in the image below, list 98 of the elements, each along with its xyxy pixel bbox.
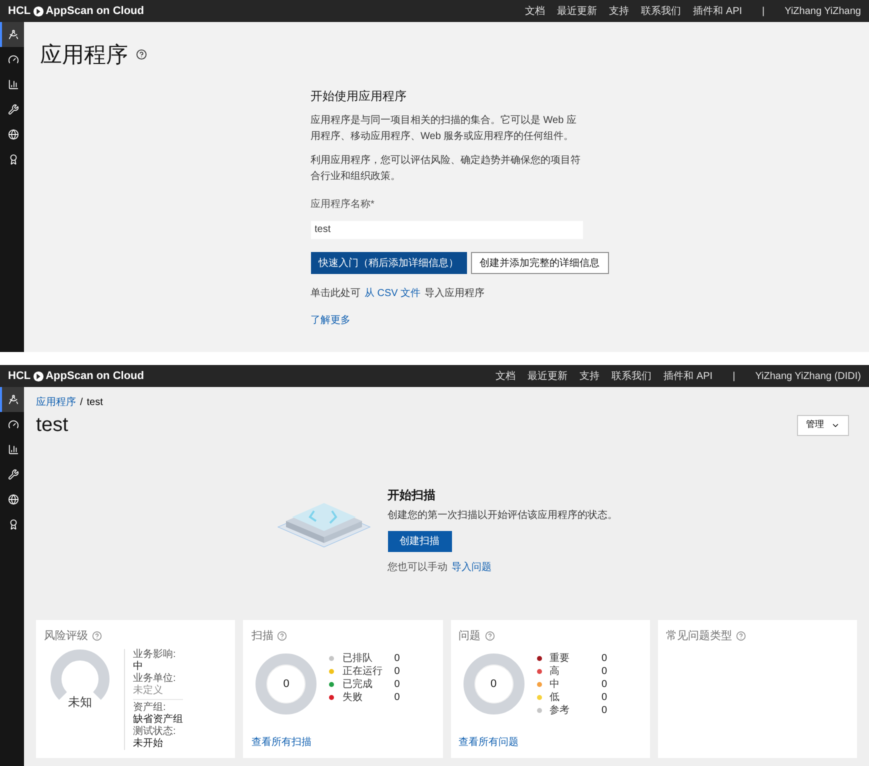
bar-chart-icon [8,444,18,455]
wrench-icon [8,104,18,115]
nav-link[interactable]: 文档 [525,4,546,18]
nav-link[interactable]: 插件和 API [693,4,742,18]
wrench-icon [8,469,18,480]
detail-label: 测试状态: [133,726,177,738]
breadcrumb-link[interactable]: 应用程序 [36,395,76,410]
nav-separator: | [762,4,765,18]
brand-name: AppScan on Cloud [46,4,144,19]
page-title: test [36,413,68,438]
description-text: 创建您的第一次扫描以开始评估该应用程序的状态。 [388,508,618,522]
sidebar-button[interactable] [0,22,24,47]
card-title: 风险评级 [44,629,88,644]
total-count: 0 [490,678,497,690]
legend-count: 0 [394,652,400,664]
globe-icon [8,129,18,140]
nav-separator: | [732,370,736,384]
nav-link[interactable]: 文档 [496,368,516,384]
help-icon [736,631,746,642]
user-name[interactable]: YiZhang YiZhang [784,4,861,18]
help-icon [92,631,102,642]
compass-icon [8,394,18,405]
card-title: 常见问题类型 [666,629,732,644]
legend-label: 已完成 [342,678,374,690]
view-all-link[interactable]: 查看所有扫描 [251,735,434,750]
detail-value: 中 [133,660,144,672]
detail-value: 未定义 [133,684,164,696]
legend-label: 失败 [342,692,364,704]
legend-count: 0 [394,678,400,690]
user-name[interactable]: YiZhang YiZhang (DIDI) [755,368,861,384]
compass-icon [8,29,18,40]
learn-more-link[interactable]: 了解更多 [310,313,582,328]
detail-value: 缺省资产组 [133,714,183,726]
brand-prefix: HCL [8,4,31,19]
quick-start-button[interactable]: 快速入门（稍后添加详细信息） [310,252,466,274]
nav-link[interactable]: 支持 [609,4,630,18]
legend-count: 0 [394,666,400,678]
create-details-button[interactable]: 创建并添加完整的详细信息 [470,252,608,274]
legend-count: 0 [394,692,400,704]
description-text: 利用应用程序，您可以评估风险、确定趋势并确保您的项目符合行业和组织政策。 [310,154,582,184]
detail-label: 业务影响: [133,648,177,660]
legend-count: 0 [602,704,608,716]
nav-link[interactable]: 插件和 API [664,368,713,384]
import-text: 导入应用程序 [424,286,485,301]
description-text: 应用程序是与同一项目相关的扫描的集合。它可以是 Web 应用程序、移动应用程序、Web 服务或应用程序的任何组件。 [310,114,578,144]
nav-link[interactable]: 支持 [580,368,600,384]
import-text: 单击此处可 [310,286,360,301]
legend-count: 0 [602,692,608,704]
logo-icon [32,370,44,382]
legend-label: 已排队 [342,652,374,664]
card-title: 问题 [458,629,480,644]
field-label: 应用程序名称* [310,198,376,212]
sidebar-button[interactable] [0,387,24,412]
brand-prefix: HCL [8,368,31,384]
award-icon [8,154,18,165]
legend-label: 中 [550,678,560,690]
legend-count: 0 [602,652,608,664]
legend-label: 高 [550,666,560,678]
detail-value: 未开始 [133,738,164,750]
gauge-icon [8,54,18,65]
globe-icon [8,494,18,505]
app-name-field[interactable]: test [310,220,582,238]
help-icon [484,631,494,642]
nav-link[interactable]: 最近更新 [557,4,598,18]
create-scan-button[interactable]: 创建扫描 [388,530,452,552]
gauge-icon [8,419,18,430]
donut-chart [255,652,318,714]
brand-name: AppScan on Cloud [46,368,144,384]
logo-icon [32,6,44,16]
nav-link[interactable]: 联系我们 [641,4,682,18]
award-icon [8,519,18,530]
legend-count: 0 [602,666,608,678]
section-heading: 开始扫描 [388,486,436,504]
donut-chart [462,652,524,714]
legend-label: 低 [550,692,560,704]
manual-import-text: 您也可以手动 [388,560,448,574]
view-all-link[interactable]: 查看所有问题 [458,735,642,750]
legend-count: 0 [602,678,608,690]
detail-label: 资产组: [133,702,167,714]
csv-link[interactable]: 从 CSV 文件 [364,286,421,301]
legend-label: 重要 [550,652,570,664]
total-count: 0 [283,678,290,690]
nav-link[interactable]: 最近更新 [528,368,568,384]
detail-label: 业务单位: [133,672,177,684]
help-icon [277,631,288,642]
legend-label: 参考 [550,704,570,716]
import-issues-link[interactable]: 导入问题 [452,560,492,574]
bar-chart-icon [8,79,18,90]
legend-label: 正在运行 [342,666,384,678]
manage-button[interactable]: 管理 [797,414,849,436]
help-icon [136,49,147,60]
section-heading: 开始使用应用程序 [310,88,408,105]
page-title: 应用程序 [40,41,128,69]
breadcrumb-current: test [86,396,103,410]
nav-link[interactable]: 联系我们 [612,368,652,384]
breadcrumb-separator: / [80,396,83,410]
risk-level: 未知 [68,694,92,710]
card-title: 扫描 [251,629,274,644]
